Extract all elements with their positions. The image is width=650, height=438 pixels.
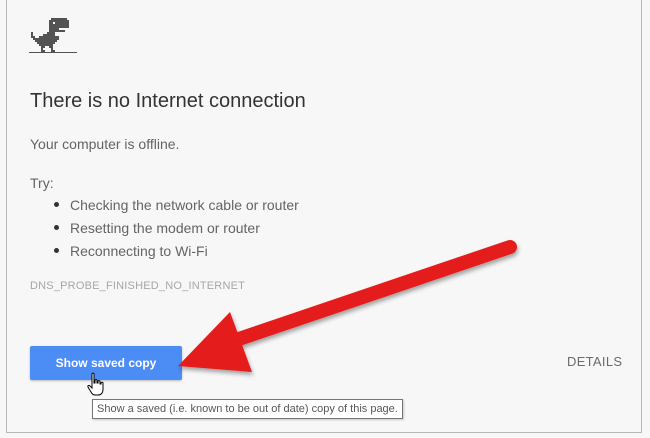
dino-icon	[29, 18, 77, 53]
try-label: Try:	[30, 175, 54, 191]
annotation-arrow	[178, 240, 517, 372]
tooltip: Show a saved (i.e. known to be out of da…	[92, 399, 403, 419]
offline-message: Your computer is offline.	[30, 136, 180, 152]
hand-pointer-icon	[87, 372, 104, 396]
list-item: Checking the network cable or router	[30, 196, 299, 219]
page-title: There is no Internet connection	[30, 90, 306, 112]
details-button[interactable]: DETAILS	[567, 354, 622, 369]
